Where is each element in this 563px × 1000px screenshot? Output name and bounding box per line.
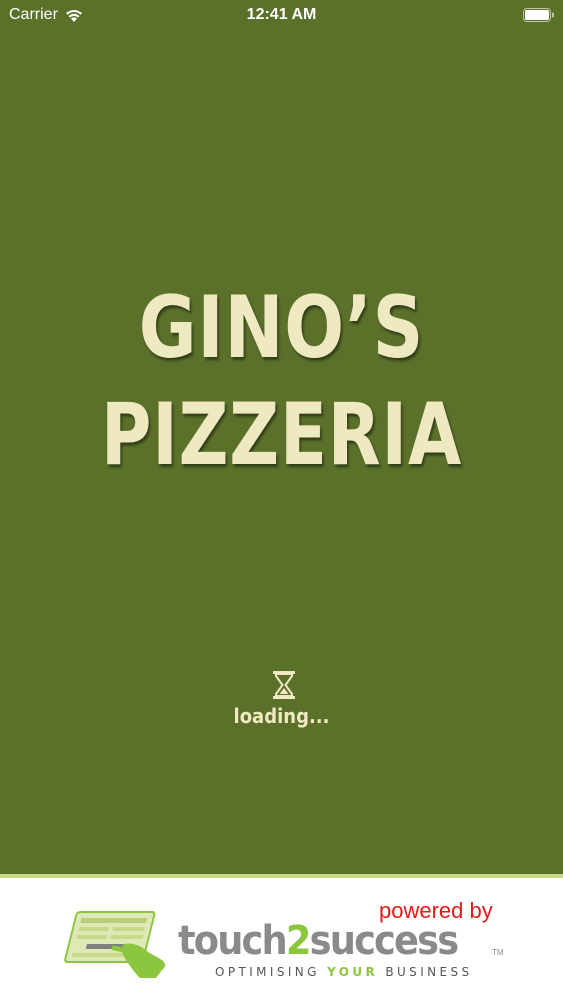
splash-screen: Carrier 12:41 AM GINO’S PIZZERIA loading… [0,0,563,1000]
footer-branding: powered by touch2success TM OPTIMISING Y… [0,874,563,1000]
brand-title-line2: PIZZERIA [100,385,463,485]
loading-text: loading... [233,704,330,728]
status-bar: Carrier 12:41 AM [0,0,563,30]
tagline: OPTIMISING YOUR BUSINESS [215,965,473,979]
tagline-pre: OPTIMISING [215,965,328,979]
touch2success-logo-text: touch2success [178,918,459,964]
tagline-post: BUSINESS [378,965,473,979]
touch2success-logo-icon [64,911,165,978]
brand-title-line1: GINO’S [138,278,425,378]
logo-text-two: 2 [285,918,312,964]
status-time: 12:41 AM [246,6,317,23]
logo-text-touch: touch [178,918,288,964]
battery-icon [523,8,554,22]
logo-text-success: success [309,918,459,964]
hourglass-icon [273,671,295,699]
trademark-mark: TM [492,948,504,957]
tagline-your: YOUR [327,965,379,979]
